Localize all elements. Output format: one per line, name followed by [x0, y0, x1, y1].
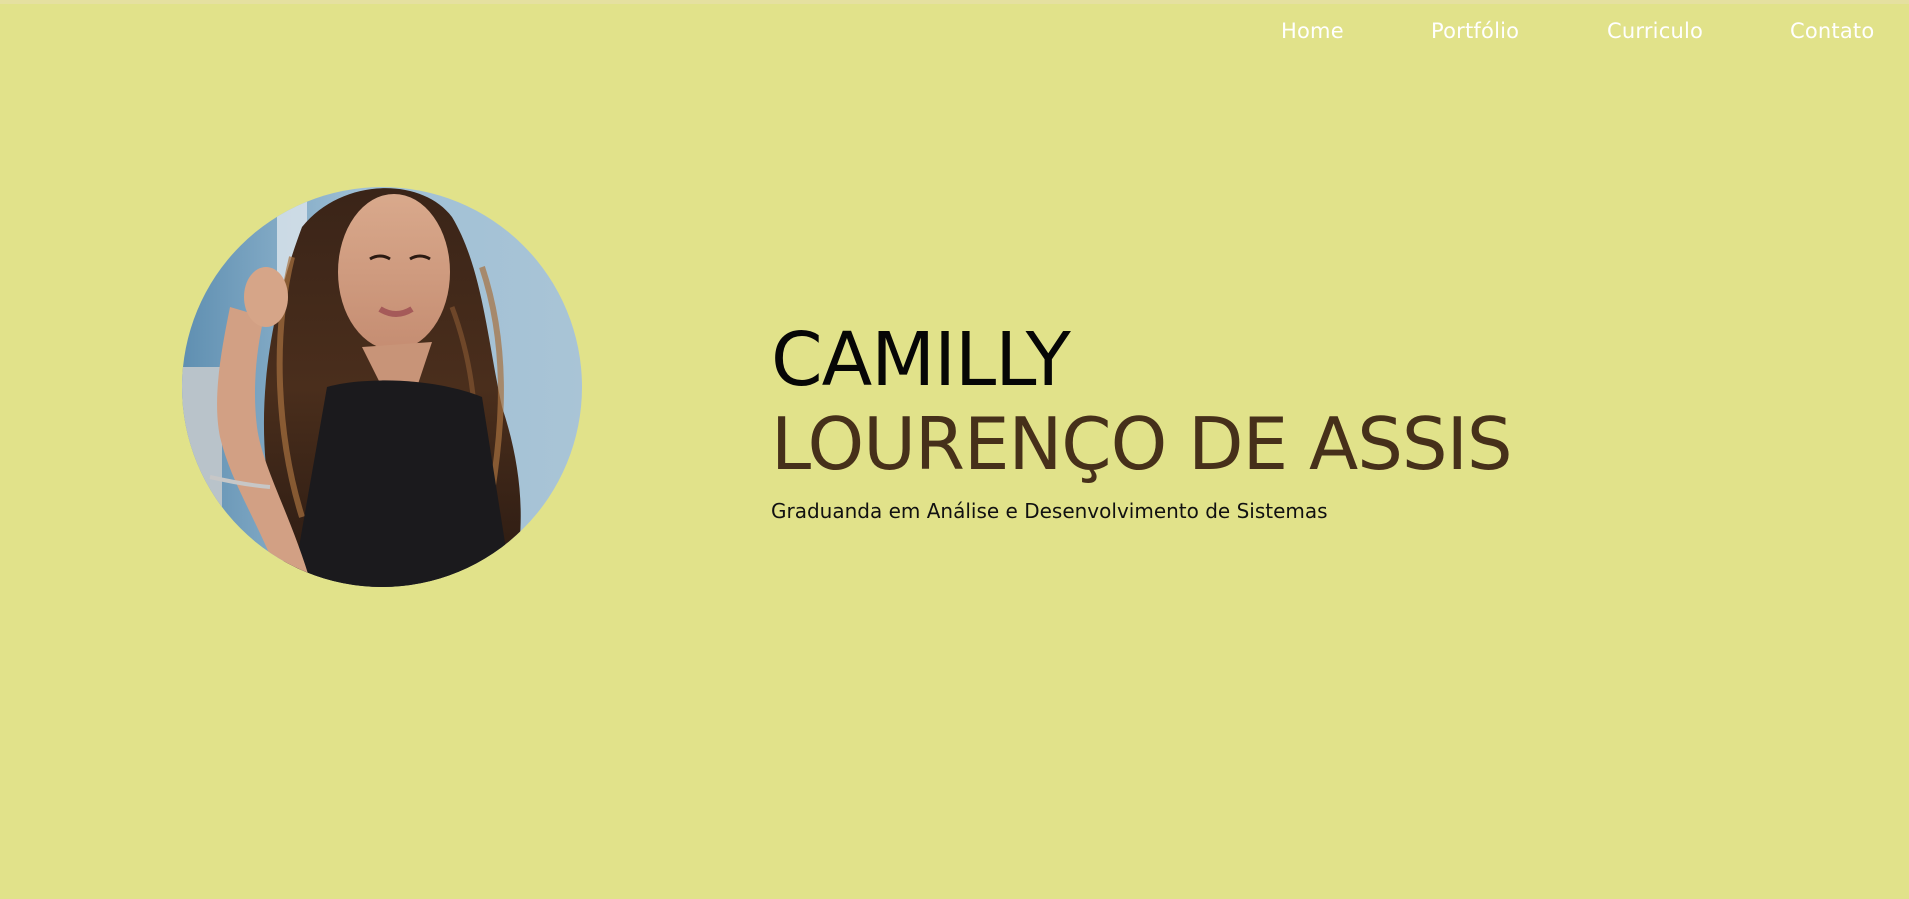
profile-photo-illustration	[182, 187, 582, 587]
first-name: CAMILLY	[771, 317, 1071, 403]
nav-link-contato[interactable]: Contato	[1790, 17, 1874, 45]
nav-link-home[interactable]: Home	[1281, 17, 1344, 45]
nav-link-portfolio[interactable]: Portfólio	[1431, 17, 1519, 45]
nav-link-curriculo[interactable]: Curriculo	[1607, 17, 1703, 45]
last-name: LOURENÇO DE ASSIS	[771, 402, 1513, 486]
main-nav: Home Portfólio Curriculo Contato	[0, 0, 1909, 62]
profile-photo	[182, 187, 582, 587]
hero-text: CAMILLY LOURENÇO DE ASSIS Graduanda em A…	[771, 318, 1671, 524]
subtitle: Graduanda em Análise e Desenvolvimento d…	[771, 499, 1328, 523]
